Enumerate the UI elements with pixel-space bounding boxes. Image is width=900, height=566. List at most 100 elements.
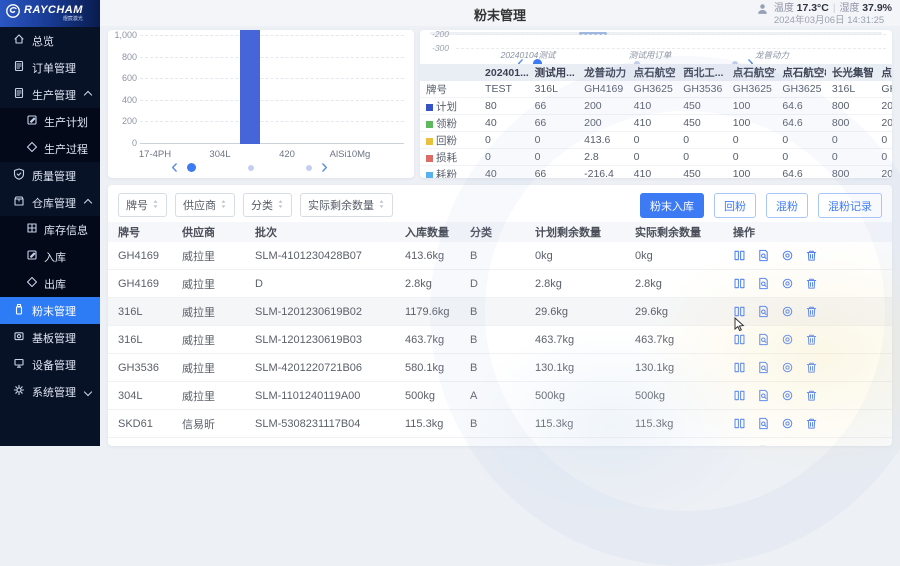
view-icon[interactable]: [781, 361, 794, 374]
pager-next-icon[interactable]: [320, 162, 329, 173]
sidebar-item-production-plan[interactable]: 生产计划: [0, 108, 100, 135]
return-powder-button[interactable]: 回粉: [714, 193, 756, 218]
sidebar-item-quality[interactable]: 质量管理: [0, 162, 100, 189]
sidebar-item-inbound[interactable]: 入库: [0, 243, 100, 270]
sidebar-item-warehouse[interactable]: 仓库管理: [0, 189, 100, 216]
cell-batch: SLM-5308231117B04: [245, 410, 395, 438]
app-logo: RAYCHAM 煜宸激光: [0, 0, 100, 27]
file-preview-icon[interactable]: [757, 249, 770, 262]
legend-square: [426, 104, 433, 111]
filter-chip[interactable]: 分类: [243, 193, 292, 217]
cell-category: B: [460, 298, 525, 326]
sidebar-item-powder[interactable]: 粉末管理: [0, 297, 100, 324]
order-column-header: 点石航空7: [727, 64, 777, 81]
powder-inbound-button[interactable]: 粉末入库: [640, 193, 704, 218]
view-icon[interactable]: [781, 417, 794, 430]
details-icon[interactable]: [733, 417, 746, 430]
sidebar-item-production[interactable]: 生产管理: [0, 81, 100, 108]
column-header: 操作: [723, 222, 892, 242]
gridline: [140, 100, 404, 101]
sidebar: RAYCHAM 煜宸激光 总览 订单管理 生产管理 生产计划 生产过程 质量管理…: [0, 0, 100, 446]
details-icon[interactable]: [733, 277, 746, 290]
view-icon[interactable]: [781, 305, 794, 318]
sidebar-item-substrate[interactable]: 基板管理: [0, 324, 100, 351]
details-icon[interactable]: [733, 305, 746, 318]
sidebar-item-production-process[interactable]: 生产过程: [0, 135, 100, 162]
delete-icon[interactable]: [805, 249, 818, 262]
table-row: GH4169 威拉里 SLM-4101230428B07 413.6kg B 0…: [108, 242, 892, 270]
details-icon[interactable]: [733, 361, 746, 374]
chevron-up-icon: [84, 90, 92, 98]
file-preview-icon[interactable]: [757, 389, 770, 402]
details-icon[interactable]: [733, 249, 746, 262]
app-header: 粉末管理 温度 17.3°C|湿度 37.9% 2024年03月06日 14:3…: [100, 0, 900, 26]
cell-qty: 122.2kg: [395, 438, 460, 447]
mix-record-button[interactable]: 混粉记录: [818, 193, 882, 218]
box-icon: [13, 195, 25, 210]
cell-category: B: [460, 242, 525, 270]
environment-info: 温度 17.3°C|湿度 37.9% 2024年03月06日 14:31:25: [756, 2, 892, 26]
delete-icon[interactable]: [805, 361, 818, 374]
delete-icon[interactable]: [805, 417, 818, 430]
delete-icon[interactable]: [805, 277, 818, 290]
sidebar-item-inventory-info[interactable]: 库存信息: [0, 216, 100, 243]
sidebar-item-system[interactable]: 系统管理: [0, 378, 100, 405]
cell-actions: [723, 438, 892, 447]
delete-icon[interactable]: [805, 305, 818, 318]
pager-dot[interactable]: [306, 165, 312, 171]
order-powder-panel: -200-30020240104测试测试用订单龙普动力 202401...测试用…: [420, 30, 892, 178]
legend-square: [426, 138, 433, 145]
cell-qty: 463.7kg: [395, 326, 460, 354]
filter-chip[interactable]: 供应商: [175, 193, 235, 217]
cell-supplier: 威拉里: [172, 270, 245, 298]
x-tick-label: AlSi10Mg: [330, 149, 371, 160]
details-icon[interactable]: [733, 333, 746, 346]
filter-chip[interactable]: 实际剩余数量: [300, 193, 393, 217]
cell-supplier: 威拉里: [172, 354, 245, 382]
cell-plan-remain: 0kg: [525, 242, 625, 270]
user-icon[interactable]: [756, 2, 769, 21]
filter-chip[interactable]: 牌号: [118, 193, 167, 217]
pager-dot[interactable]: [187, 163, 196, 172]
cell-actions: [723, 382, 892, 410]
order-column-header: 点石航...: [875, 64, 892, 81]
order-column-header: 西北工...: [677, 64, 727, 81]
y-tick-label: 800: [111, 52, 137, 62]
temp-humidity: 温度 17.3°C|湿度 37.9%: [774, 2, 892, 15]
cell-batch: SLM-1301230404B04: [245, 438, 395, 447]
view-icon[interactable]: [781, 277, 794, 290]
datetime: 2024年03月06日 14:31:25: [774, 15, 892, 26]
gridline: [140, 143, 404, 144]
cell-category: A: [460, 382, 525, 410]
details-icon[interactable]: [733, 389, 746, 402]
sort-icon: [277, 199, 284, 212]
file-preview-icon[interactable]: [757, 417, 770, 430]
cell-brand: GH3536: [108, 354, 172, 382]
powder-usage-table: 202401...测试用...龙普动力点石航空西北工...点石航空7点石航空8长…: [420, 64, 892, 178]
y-tick-label: 0: [111, 138, 137, 148]
delete-icon[interactable]: [805, 389, 818, 402]
powder-list-table: 牌号供应商批次入库数量分类计划剩余数量实际剩余数量操作 GH4169 威拉里 S…: [108, 222, 892, 446]
sidebar-item-equipment[interactable]: 设备管理: [0, 351, 100, 378]
delete-icon[interactable]: [805, 333, 818, 346]
chart-bar[interactable]: [240, 30, 260, 144]
powder-icon: [13, 303, 25, 318]
mix-powder-button[interactable]: 混粉: [766, 193, 808, 218]
cell-supplier: 威拉里: [172, 298, 245, 326]
pager-prev-icon[interactable]: [170, 162, 179, 173]
file-preview-icon[interactable]: [757, 361, 770, 374]
cell-brand: 304L: [108, 382, 172, 410]
view-icon[interactable]: [781, 249, 794, 262]
view-icon[interactable]: [781, 333, 794, 346]
cell-actions: [723, 298, 892, 326]
sidebar-item-outbound[interactable]: 出库: [0, 270, 100, 297]
sidebar-item-orders[interactable]: 订单管理: [0, 54, 100, 81]
diamond-icon: [26, 141, 38, 156]
pager-dot[interactable]: [248, 165, 254, 171]
file-preview-icon[interactable]: [757, 305, 770, 318]
file-preview-icon[interactable]: [757, 277, 770, 290]
view-icon[interactable]: [781, 389, 794, 402]
sidebar-item-overview[interactable]: 总览: [0, 27, 100, 54]
cell-supplier: 威拉里: [172, 326, 245, 354]
file-preview-icon[interactable]: [757, 333, 770, 346]
